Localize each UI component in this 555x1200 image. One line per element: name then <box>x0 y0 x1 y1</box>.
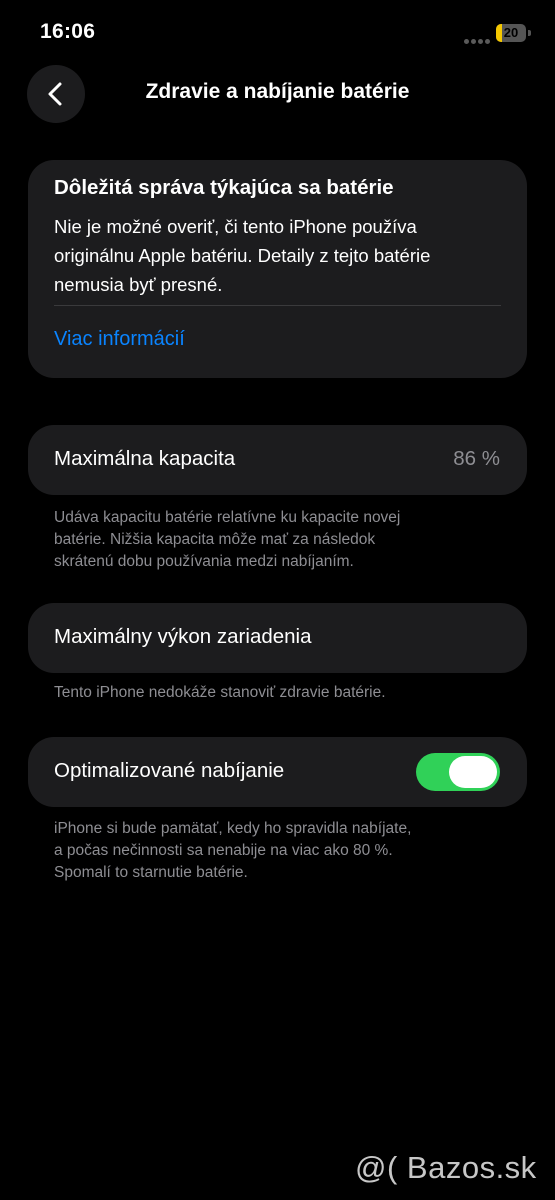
status-bar: 16:06 20 <box>0 0 555 60</box>
back-button[interactable] <box>27 65 85 123</box>
battery-level: 20 <box>503 25 519 40</box>
maximum-capacity-label: Maximálna kapacita <box>54 447 236 470</box>
watermark: @( Bazos.sk <box>355 1150 537 1185</box>
cellular-signal-icon <box>464 31 492 49</box>
maximum-capacity-value: 86 % <box>453 447 500 470</box>
alert-body: Nie je možné overiť, či tento iPhone pou… <box>54 216 431 295</box>
battery-icon: 20 <box>496 24 526 42</box>
maximum-capacity-row: Maximálna kapacita 86 % <box>28 425 527 495</box>
battery-cap <box>528 30 531 36</box>
optimized-charging-row: Optimalizované nabíjanie <box>28 737 527 807</box>
battery-alert-card: Dôležitá správa týkajúca sa batérie Nie … <box>28 160 527 378</box>
optimized-charging-label: Optimalizované nabíjanie <box>54 759 285 782</box>
performance-footnote: Tento iPhone nedokáže stanoviť zdravie b… <box>54 684 386 701</box>
page-title: Zdravie a nabíjanie batérie <box>145 80 410 103</box>
optimized-footnote: iPhone si bude pamätať, kedy ho spravidl… <box>54 820 412 881</box>
capacity-footnote: Udáva kapacitu batérie relatívne ku kapa… <box>54 509 401 570</box>
alert-title: Dôležitá správa týkajúca sa batérie <box>54 176 394 199</box>
toggle-knob <box>449 756 497 788</box>
optimized-charging-toggle[interactable] <box>416 753 500 791</box>
status-time: 16:06 <box>40 20 96 43</box>
chevron-left-icon <box>48 82 62 106</box>
divider <box>54 305 501 306</box>
peak-performance-label: Maximálny výkon zariadenia <box>54 625 312 648</box>
more-info-link[interactable]: Viac informácií <box>54 328 185 351</box>
peak-performance-row: Maximálny výkon zariadenia <box>28 603 527 673</box>
